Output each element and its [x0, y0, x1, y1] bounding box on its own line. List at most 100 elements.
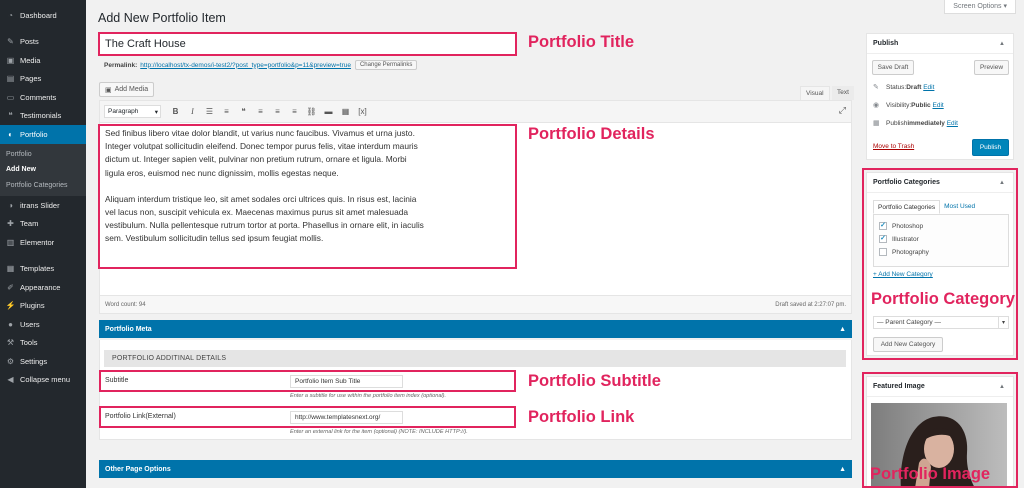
sidebar-item-collapse-menu[interactable]: ◀ Collapse menu [0, 371, 86, 390]
pin-icon: ✎ [7, 37, 14, 47]
preview-button[interactable]: Preview [974, 60, 1009, 75]
sidebar-item-posts[interactable]: ✎ Posts [0, 33, 86, 52]
submenu-item[interactable]: Add New [0, 162, 86, 178]
portfolio-meta-header[interactable]: Portfolio Meta ▲ [99, 320, 852, 338]
portfolio-meta-title: Portfolio Meta [105, 325, 152, 333]
align-right-icon[interactable]: ≡ [286, 105, 303, 119]
tab-text[interactable]: Text [832, 86, 854, 100]
collapse-icon[interactable]: ▲ [839, 326, 846, 333]
sidebar-item-elementor[interactable]: ▥ Elementor [0, 233, 86, 252]
annotation-box-link [99, 406, 516, 428]
dashboard-icon: ◔ [8, 10, 13, 20]
publish-date-row: ▦ Publish immediately Edit [873, 119, 958, 128]
sidebar-item-templates[interactable]: ▦ Templates [0, 260, 86, 279]
publish-date-edit-link[interactable]: Edit [947, 120, 958, 127]
sidebar-item-label: Tools [20, 338, 38, 348]
visibility-edit-link[interactable]: Edit [933, 102, 944, 109]
other-page-options-header[interactable]: Other Page Options ▲ [99, 460, 852, 478]
annotation-box-details [98, 124, 517, 269]
settings-icon: ⚙ [6, 356, 15, 366]
media-icon: ▣ [105, 86, 112, 94]
change-permalinks-button[interactable]: Change Permalinks [354, 60, 418, 70]
screen-options-button[interactable]: Screen Options ▾ [944, 0, 1016, 14]
sidebar-item-label: Templates [20, 264, 55, 274]
visibility-label: Visibility: [886, 101, 912, 109]
visibility-value: Public [911, 101, 931, 109]
toolbar-toggle-icon[interactable]: ▦ [337, 105, 354, 119]
annotation-box-subtitle [99, 370, 516, 392]
tab-visual[interactable]: Visual [800, 86, 830, 100]
link-icon[interactable]: ⛓ [303, 105, 320, 119]
permalink-url[interactable]: http://localhost/tx-demos/i-test2/?post_… [140, 62, 351, 69]
sidebar-item-label: Plugins [20, 301, 45, 311]
page-title: Add New Portfolio Item [98, 11, 226, 25]
save-draft-button[interactable]: Save Draft [872, 60, 914, 75]
submenu-item[interactable]: Portfolio Categories [0, 178, 86, 194]
sidebar-item-label: Users [20, 319, 40, 329]
add-media-button[interactable]: ▣ Add Media [99, 82, 155, 97]
sidebar-item-label: Dashboard [20, 10, 57, 20]
sidebar-item-media[interactable]: ▣ Media [0, 51, 86, 70]
submenu-item[interactable]: Portfolio [0, 147, 86, 163]
testimonial-icon: ❝ [8, 111, 13, 121]
editor-toolbar: Paragraph ▾ B I ☰ ≡ ❝ ≡ ≡ ≡ ⛓ ▬ ▦ [x] ⤢ [100, 101, 851, 123]
sidebar-item-appearance[interactable]: ✐ Appearance [0, 278, 86, 297]
annotation-link: Portfolio Link [528, 408, 635, 426]
annotation-subtitle: Portfolio Subtitle [528, 372, 661, 390]
brush-icon: ✐ [7, 282, 14, 292]
sidebar-item-plugins[interactable]: ⚡ Plugins [0, 297, 86, 316]
sidebar-item-portfolio[interactable]: ◐ Portfolio [0, 125, 86, 144]
italic-icon[interactable]: I [184, 105, 201, 119]
shortcode-icon[interactable]: [x] [354, 105, 371, 119]
add-media-label: Add Media [114, 86, 149, 93]
annotation-box-category [862, 168, 1018, 360]
plug-icon: ⚡ [5, 301, 16, 311]
format-select-value: Paragraph [108, 108, 139, 115]
sidebar-item-users[interactable]: ● Users [0, 315, 86, 334]
blockquote-icon[interactable]: ❝ [235, 105, 252, 119]
pin-icon: ✎ [873, 84, 879, 91]
sidebar-item-itrans-slider[interactable]: ◑ itrans Slider [0, 196, 86, 215]
publish-box-header[interactable]: Publish ▲ [867, 34, 1013, 54]
format-select[interactable]: Paragraph ▾ [104, 105, 161, 118]
annotation-details: Portfolio Details [528, 125, 655, 143]
comment-icon: ▭ [6, 92, 15, 102]
sidebar-item-pages[interactable]: ▤ Pages [0, 70, 86, 89]
sidebar-item-team[interactable]: ✚ Team [0, 215, 86, 234]
status-edit-link[interactable]: Edit [923, 84, 934, 91]
sidebar-item-settings[interactable]: ⚙ Settings [0, 352, 86, 371]
sidebar-item-testimonials[interactable]: ❝ Testimonials [0, 107, 86, 126]
numbered-list-icon[interactable]: ≡ [218, 105, 235, 119]
permalink-label: Permalink: [104, 61, 138, 69]
menu-separator [0, 252, 86, 260]
align-center-icon[interactable]: ≡ [269, 105, 286, 119]
wrench-icon: ⚒ [6, 338, 15, 348]
move-to-trash-link[interactable]: Move to Trash [873, 143, 914, 150]
sidebar-item-label: Collapse menu [20, 375, 71, 385]
bullet-list-icon[interactable]: ☰ [201, 105, 218, 119]
sidebar-item-label: Team [20, 219, 39, 229]
sidebar-item-label: itrans Slider [20, 200, 60, 210]
other-page-options-title: Other Page Options [105, 465, 171, 473]
status-label: Status: [886, 83, 907, 91]
bold-icon[interactable]: B [167, 105, 184, 119]
sidebar-item-dashboard[interactable]: ◔ Dashboard [0, 6, 86, 25]
permalink-row: Permalink: http://localhost/tx-demos/i-t… [104, 60, 418, 70]
chevron-down-icon: ▾ [154, 108, 158, 116]
collapse-icon[interactable]: ▲ [839, 466, 846, 473]
publish-box: Publish ▲ Save Draft Preview ✎ Status: D… [866, 33, 1014, 160]
publish-button[interactable]: Publish [972, 139, 1009, 156]
sidebar-item-label: Posts [20, 37, 39, 47]
sidebar-item-tools[interactable]: ⚒ Tools [0, 334, 86, 353]
publish-date-value: immediately [907, 119, 945, 127]
sidebar-item-comments[interactable]: ▭ Comments [0, 88, 86, 107]
collapse-icon[interactable]: ▲ [999, 41, 1005, 47]
templates-icon: ▦ [6, 264, 15, 274]
sidebar-item-label: Appearance [20, 282, 61, 292]
publish-box-title: Publish [873, 40, 899, 47]
align-left-icon[interactable]: ≡ [252, 105, 269, 119]
portfolio-meta-subheading: PORTFOLIO ADDITINAL DETAILS [104, 350, 846, 367]
fullscreen-icon[interactable]: ⤢ [839, 105, 846, 116]
annotation-image: Portfolio Image [870, 465, 991, 483]
read-more-icon[interactable]: ▬ [320, 105, 337, 119]
